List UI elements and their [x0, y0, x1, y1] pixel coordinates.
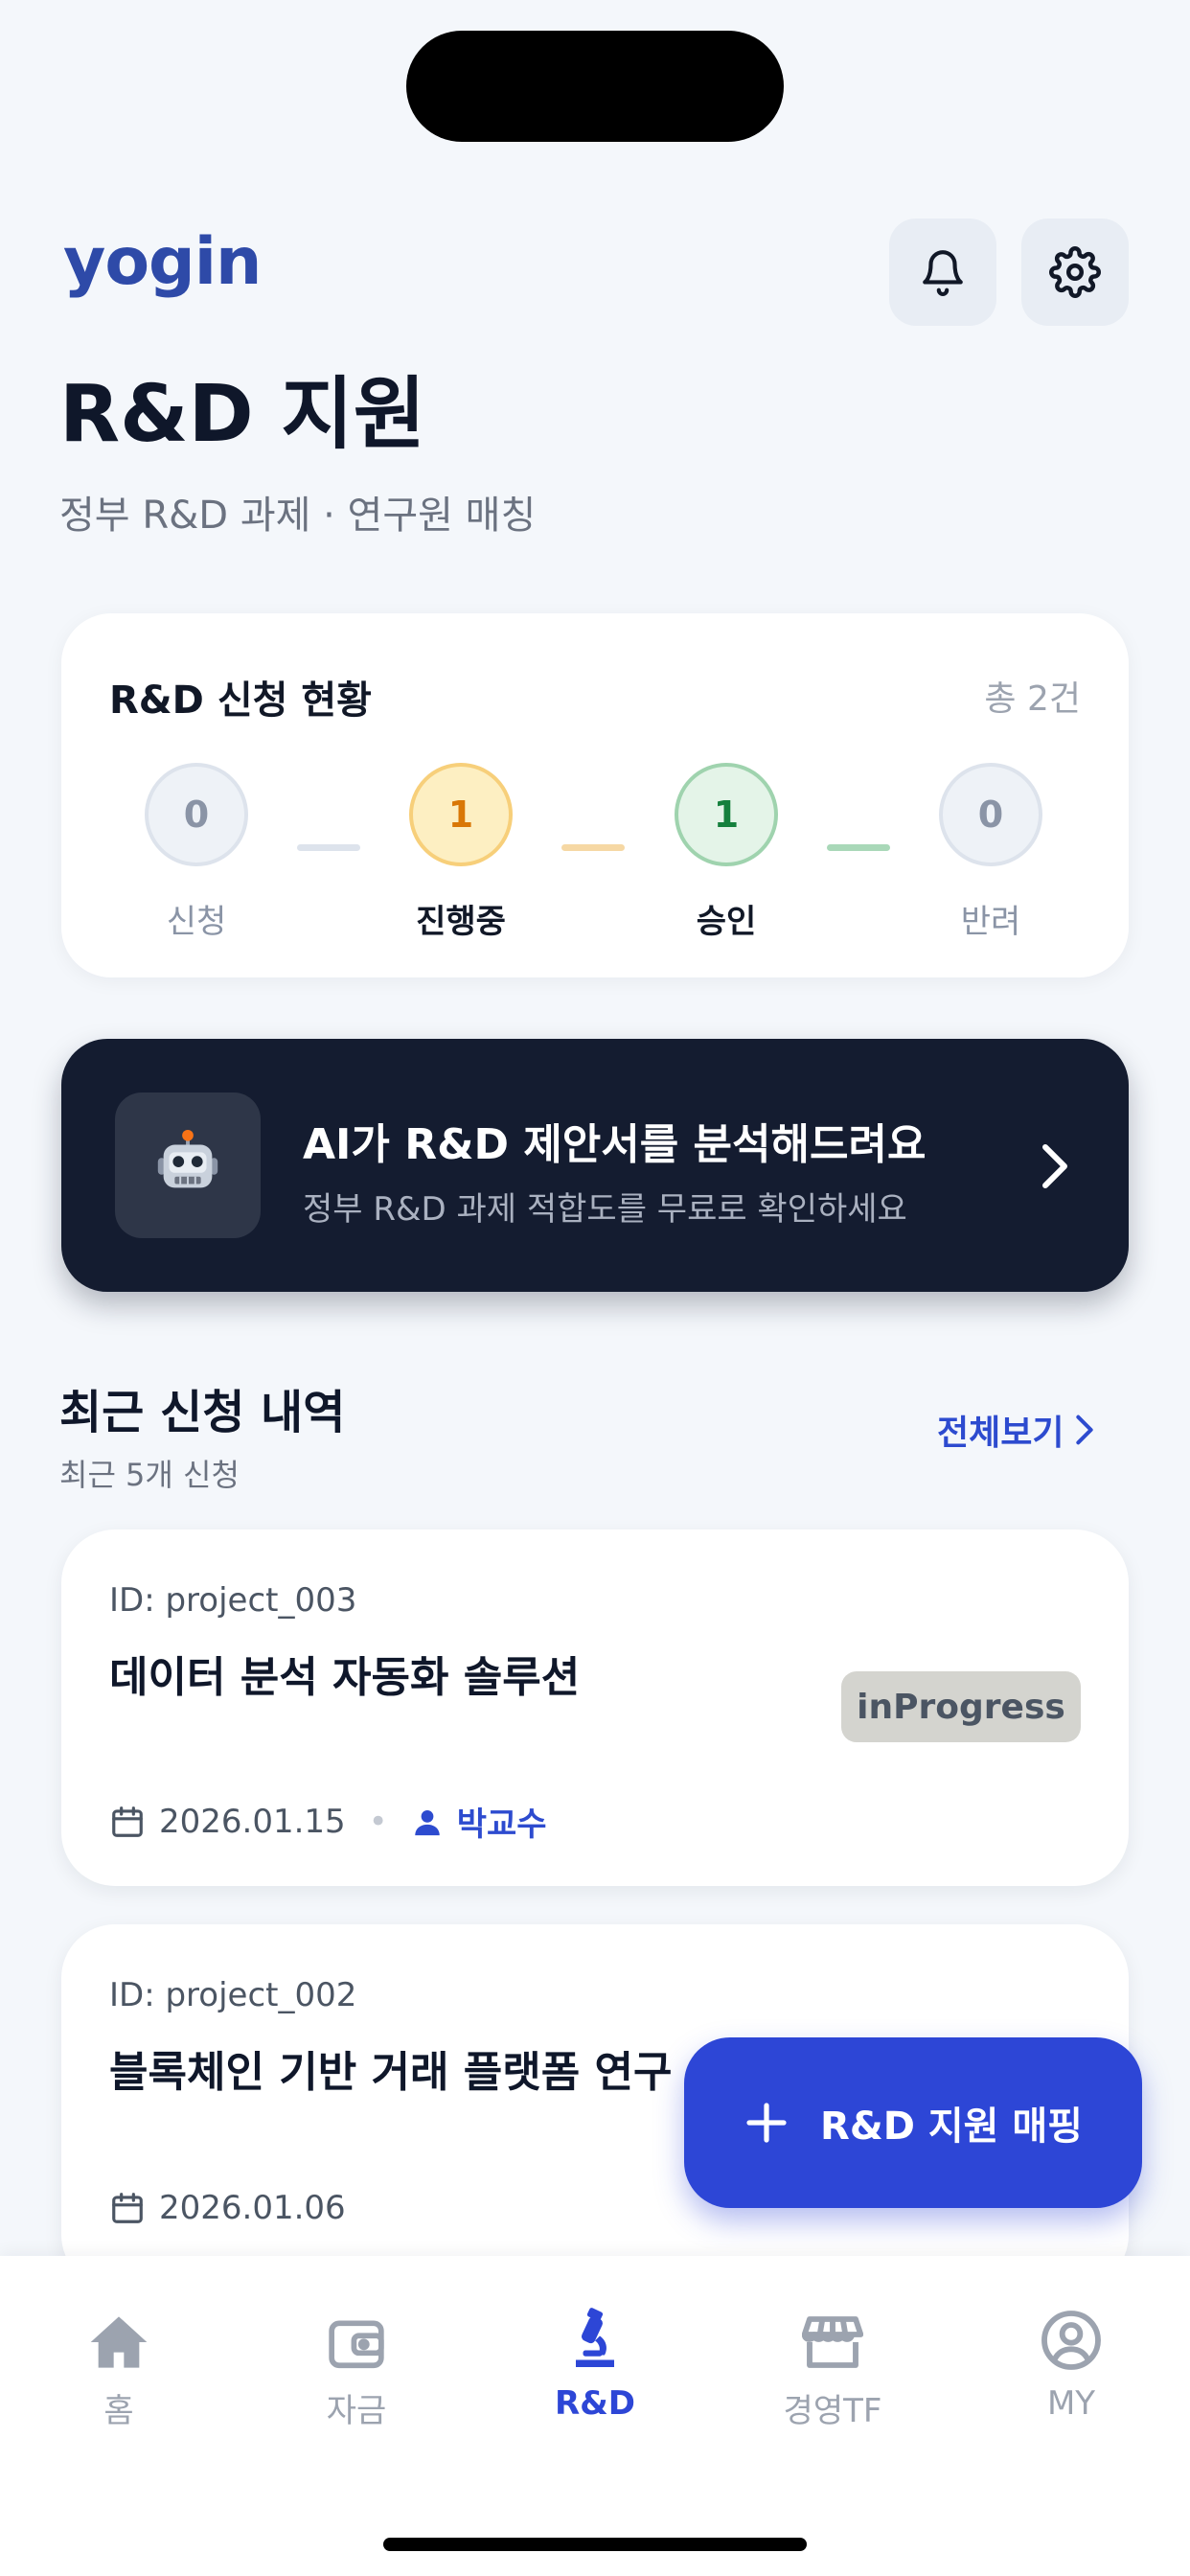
- ai-banner-subtitle: 정부 R&D 과제 적합도를 무료로 확인하세요: [303, 1190, 907, 1229]
- person-icon: [414, 1809, 440, 1835]
- tab-label: MY: [1046, 2384, 1096, 2423]
- settings-button[interactable]: [1021, 218, 1129, 326]
- step-count: 0: [145, 763, 248, 866]
- professor-name: 박교수: [456, 1806, 547, 1844]
- ai-analysis-banner[interactable]: AI가 R&D 제안서를 분석해드려요 정부 R&D 과제 적합도를 무료로 확…: [61, 1039, 1129, 1292]
- status-card-title: R&D 신청 현황: [109, 678, 372, 723]
- tab-label: 경영TF: [783, 2392, 882, 2430]
- view-all-label: 전체보기: [937, 1414, 1064, 1453]
- project-meta: 2026.01.06: [109, 2189, 346, 2227]
- tab-home[interactable]: 홈: [0, 2306, 238, 2431]
- rnd-matching-fab[interactable]: R&D 지원 매핑: [684, 2037, 1142, 2208]
- step-count: 0: [939, 763, 1042, 866]
- project-title: 데이터 분석 자동화 솔루션: [109, 1653, 581, 1702]
- step-connector: [561, 844, 625, 851]
- tab-rnd[interactable]: R&D: [476, 2306, 714, 2423]
- user-circle-icon: [1041, 2311, 1101, 2370]
- recent-section-subtitle: 최근 5개 신청: [59, 1457, 240, 1493]
- separator-dot: •: [368, 1802, 388, 1841]
- home-icon: [90, 2316, 148, 2368]
- tab-management[interactable]: 경영TF: [714, 2306, 951, 2431]
- step-connector: [297, 844, 360, 851]
- bottom-tab-bar: 홈 자금 R&D 경영TF MY: [0, 2256, 1190, 2576]
- project-id: ID: project_002: [109, 1976, 357, 2014]
- robot-icon: [115, 1092, 261, 1238]
- chevron-right-icon: [1042, 1144, 1067, 1188]
- gear-icon: [1049, 246, 1101, 298]
- calendar-icon: [112, 1806, 143, 1837]
- step-count: 1: [409, 763, 513, 866]
- calendar-icon: [112, 2193, 143, 2223]
- status-step-rejected[interactable]: 0 반려: [904, 763, 1077, 942]
- fab-label: R&D 지원 매핑: [820, 2104, 1083, 2149]
- dynamic-island: [406, 31, 784, 142]
- recent-section-title: 최근 신청 내역: [59, 1386, 346, 1439]
- tab-label: R&D: [554, 2384, 636, 2423]
- chevron-right-icon: [1076, 1414, 1094, 1445]
- bell-icon: [923, 250, 963, 296]
- status-step-in-progress[interactable]: 1 진행중: [375, 763, 547, 942]
- home-indicator: [383, 2538, 807, 2551]
- page-title: R&D 지원: [59, 369, 426, 460]
- step-label: 반려: [960, 903, 1021, 941]
- tab-my[interactable]: MY: [952, 2306, 1190, 2423]
- application-status-card: R&D 신청 현황 총 2건 0 신청 1 진행중 1 승인 0 반려: [61, 613, 1129, 978]
- step-label: 승인: [696, 903, 757, 941]
- status-total-count: 총 2건: [984, 679, 1081, 719]
- step-label: 진행중: [416, 903, 506, 941]
- store-icon: [802, 2316, 863, 2368]
- app-logo: yogin: [63, 224, 262, 300]
- tab-label: 자금: [326, 2392, 387, 2430]
- tab-funding[interactable]: 자금: [238, 2306, 475, 2431]
- plus-icon: [746, 2103, 787, 2143]
- microscope-icon: [576, 2308, 614, 2367]
- project-date: 2026.01.06: [159, 2189, 346, 2227]
- status-step-applied[interactable]: 0 신청: [110, 763, 283, 942]
- status-step-approved[interactable]: 1 승인: [640, 763, 812, 942]
- wallet-icon: [329, 2320, 384, 2369]
- application-card[interactable]: ID: project_003 데이터 분석 자동화 솔루션 inProgres…: [61, 1530, 1129, 1886]
- tab-label: 홈: [103, 2392, 134, 2430]
- project-meta: 2026.01.15 • 박교수: [109, 1798, 547, 1845]
- step-count: 1: [675, 763, 778, 866]
- project-date: 2026.01.15: [159, 1802, 346, 1841]
- project-id: ID: project_003: [109, 1581, 357, 1620]
- page-subtitle: 정부 R&D 과제 · 연구원 매칭: [59, 494, 537, 538]
- step-connector: [827, 844, 890, 851]
- notification-button[interactable]: [889, 218, 996, 326]
- ai-banner-title: AI가 R&D 제안서를 분석해드려요: [303, 1120, 927, 1169]
- step-label: 신청: [166, 903, 227, 941]
- project-title: 블록체인 기반 거래 플랫폼 연구: [109, 2048, 673, 2097]
- status-badge: inProgress: [841, 1671, 1081, 1742]
- view-all-link[interactable]: 전체보기: [937, 1405, 1094, 1455]
